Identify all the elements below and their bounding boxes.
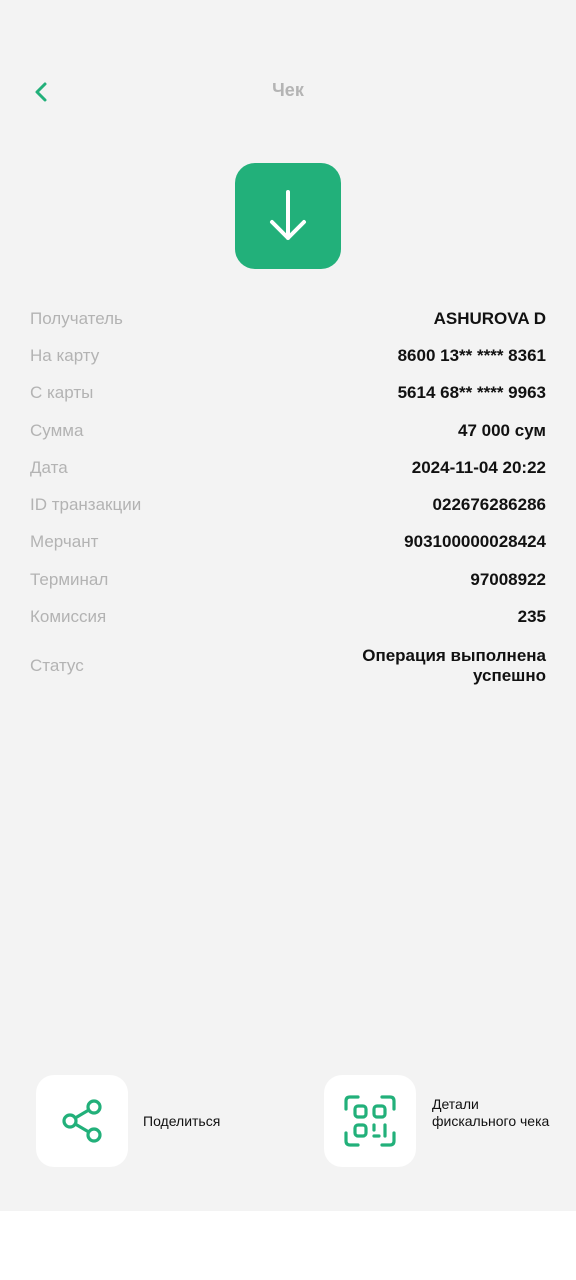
detail-row-status: Статус Операция выполнена успешно xyxy=(30,636,546,696)
detail-value: 8600 13** **** 8361 xyxy=(397,345,546,365)
detail-value: ASHUROVA D xyxy=(433,308,546,328)
detail-label: Сумма xyxy=(30,420,84,440)
detail-label: На карту xyxy=(30,345,100,365)
receipt-screen: Чек Получатель ASHUROVA D На карту 8600 … xyxy=(0,0,576,1211)
share-label[interactable]: Поделиться xyxy=(143,1113,220,1130)
detail-row-commission: Комиссия 235 xyxy=(30,598,546,635)
detail-label: Мерчант xyxy=(30,532,99,552)
detail-label: Статус xyxy=(30,655,84,675)
detail-value: 235 xyxy=(517,607,546,627)
detail-row-merchant: Мерчант 903100000028424 xyxy=(30,524,546,561)
detail-row-transaction-id: ID транзакции 022676286286 xyxy=(30,486,546,523)
share-icon xyxy=(62,1099,102,1143)
detail-label: Получатель xyxy=(30,308,123,328)
detail-label: Терминал xyxy=(30,569,109,589)
detail-row-terminal: Терминал 97008922 xyxy=(30,561,546,598)
detail-label: С карты xyxy=(30,383,94,403)
detail-row-from-card: С карты 5614 68** **** 9963 xyxy=(30,375,546,412)
detail-row-to-card: На карту 8600 13** **** 8361 xyxy=(30,337,546,374)
detail-value: 5614 68** **** 9963 xyxy=(397,383,546,403)
arrow-down-icon xyxy=(270,190,306,240)
share-button[interactable] xyxy=(36,1075,128,1167)
detail-value: 2024-11-04 20:22 xyxy=(411,457,546,477)
detail-value: 97008922 xyxy=(470,569,546,589)
detail-label: ID транзакции xyxy=(30,495,142,515)
fiscal-details-button[interactable] xyxy=(324,1075,416,1167)
qr-code-icon xyxy=(344,1095,396,1147)
page-title: Чек xyxy=(272,80,304,100)
detail-value: Операция выполнена успешно xyxy=(362,645,546,685)
header: Чек xyxy=(0,60,576,124)
receipt-actions: Поделиться Детали фискального чека xyxy=(0,1075,576,1167)
detail-row-date: Дата 2024-11-04 20:22 xyxy=(30,449,546,486)
detail-value: 47 000 сум xyxy=(458,420,546,440)
detail-label: Комиссия xyxy=(30,607,107,627)
detail-row-recipient: Получатель ASHUROVA D xyxy=(30,300,546,337)
fiscal-details-label[interactable]: Детали фискального чека xyxy=(432,1096,562,1130)
incoming-transfer-badge xyxy=(235,163,341,269)
detail-value: 903100000028424 xyxy=(404,532,546,552)
detail-value: 022676286286 xyxy=(432,495,546,515)
receipt-details: Получатель ASHUROVA D На карту 8600 13**… xyxy=(30,300,546,696)
detail-row-amount: Сумма 47 000 сум xyxy=(30,412,546,449)
detail-label: Дата xyxy=(30,457,68,477)
